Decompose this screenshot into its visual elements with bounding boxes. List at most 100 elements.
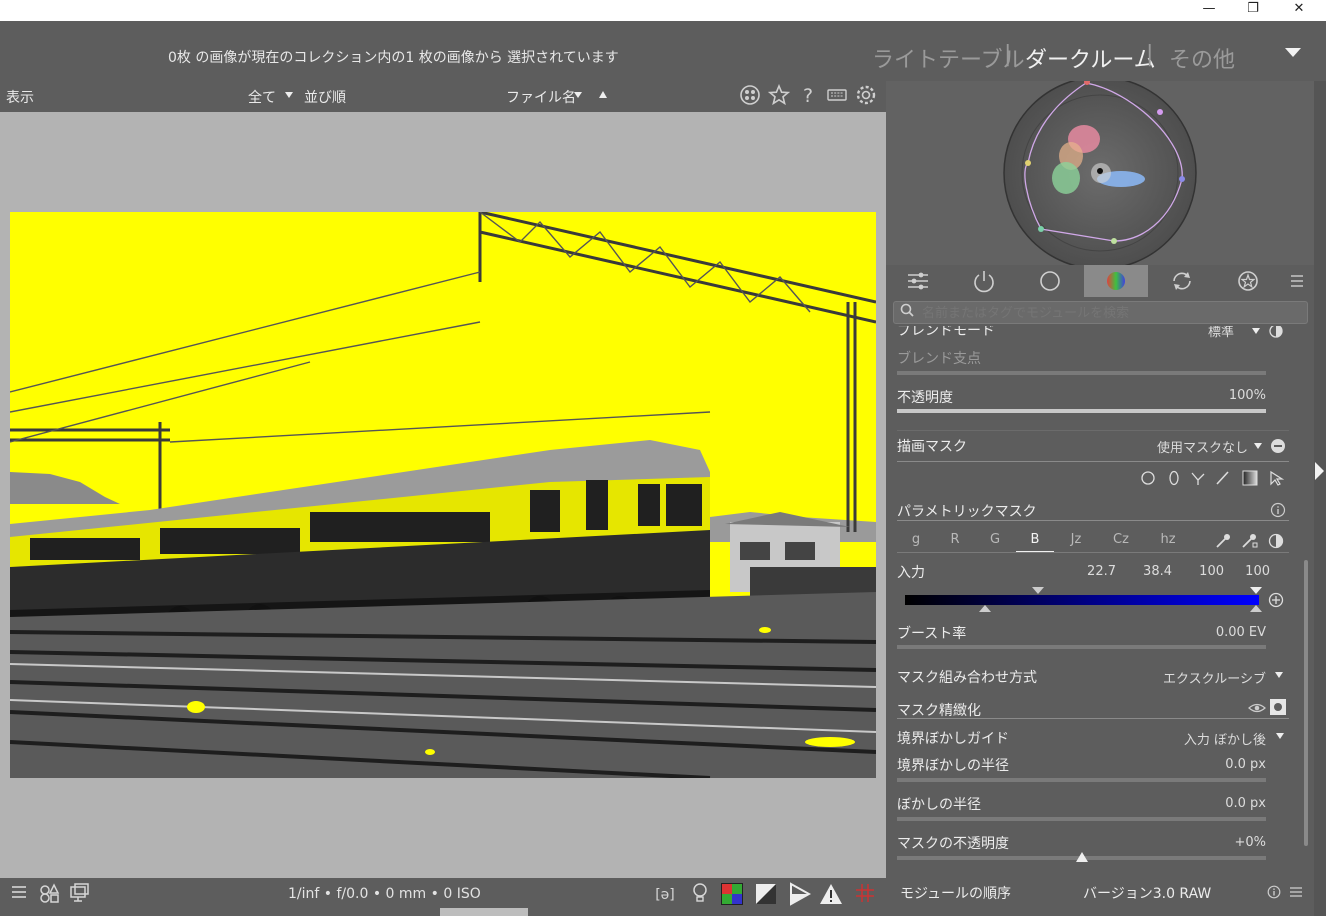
sort-select[interactable]: ファイル名 bbox=[506, 87, 576, 107]
remove-mask-icon[interactable] bbox=[1270, 438, 1286, 458]
channel-tab-Jz[interactable]: Jz bbox=[1059, 532, 1093, 547]
search-input[interactable] bbox=[920, 303, 1304, 323]
second-window-icon[interactable] bbox=[66, 882, 92, 908]
close-button[interactable]: ✕ bbox=[1276, 0, 1322, 21]
blur-radius-slider[interactable] bbox=[897, 817, 1266, 821]
filter-select[interactable]: 全て bbox=[248, 87, 276, 107]
invert-polarity-icon[interactable] bbox=[1268, 533, 1284, 553]
input-marker-lower-right[interactable] bbox=[1250, 605, 1262, 612]
window-title-bar: — ❐ ✕ bbox=[0, 0, 1326, 21]
mask-opacity-handle[interactable] bbox=[1076, 852, 1088, 862]
raw-overexposed-icon[interactable] bbox=[719, 882, 745, 908]
sort-label: 並び順 bbox=[304, 90, 346, 106]
drawn-mask-select[interactable]: 使用マスクなし bbox=[1126, 437, 1248, 456]
blend-mode-select[interactable]: 標準 bbox=[1208, 326, 1234, 340]
keyboard-icon[interactable] bbox=[825, 84, 849, 108]
styles-icon[interactable] bbox=[36, 882, 62, 908]
restore-button[interactable]: ❐ bbox=[1230, 0, 1276, 21]
module-order-menu-icon[interactable] bbox=[1289, 884, 1303, 903]
channel-tab-G[interactable]: G bbox=[978, 532, 1012, 547]
train-photo bbox=[10, 212, 876, 778]
right-border-strip bbox=[1314, 81, 1326, 916]
channel-tab-hz[interactable]: hz bbox=[1151, 532, 1185, 547]
star-icon[interactable] bbox=[767, 83, 791, 108]
drawn-mask-label: 描画マスク bbox=[897, 439, 967, 455]
add-range-icon[interactable] bbox=[1268, 592, 1284, 612]
color-assessment-icon[interactable] bbox=[687, 882, 713, 908]
chevron-down-icon[interactable] bbox=[1275, 672, 1283, 678]
vectorscope[interactable] bbox=[886, 76, 1314, 270]
chevron-down-icon[interactable] bbox=[1276, 733, 1284, 739]
view-other[interactable]: その他 bbox=[1169, 42, 1235, 74]
chevron-down-icon[interactable] bbox=[285, 92, 293, 98]
channel-tab-Cz[interactable]: Cz bbox=[1104, 532, 1138, 547]
chevron-down-icon[interactable] bbox=[1254, 443, 1262, 449]
clipping-icon[interactable] bbox=[753, 882, 779, 908]
show-mask-icon[interactable] bbox=[1270, 699, 1286, 715]
color-picker-icon[interactable] bbox=[1214, 532, 1232, 554]
presets-menu-icon[interactable] bbox=[1282, 265, 1312, 297]
ellipse-shape-icon[interactable] bbox=[1166, 470, 1182, 490]
photo-preview[interactable] bbox=[10, 212, 876, 778]
input-marker-upper-right[interactable] bbox=[1250, 587, 1262, 594]
views-dropdown-icon[interactable] bbox=[1285, 48, 1301, 57]
active-modules-icon[interactable] bbox=[952, 265, 1016, 297]
divider bbox=[897, 461, 1289, 462]
brush-shape-icon[interactable] bbox=[1214, 470, 1230, 490]
sort-direction-icon[interactable] bbox=[599, 91, 607, 98]
channel-tab-g[interactable]: g bbox=[899, 532, 933, 547]
gradient-shape-icon[interactable] bbox=[1242, 470, 1258, 490]
view-separator: | bbox=[1146, 42, 1154, 67]
grouping-icon[interactable] bbox=[738, 84, 762, 108]
module-order-value[interactable]: バージョン3.0 RAW bbox=[1083, 883, 1211, 903]
eye-icon[interactable] bbox=[1248, 700, 1266, 719]
input-label: 入力 bbox=[897, 565, 925, 581]
filmstrip-menu-icon[interactable] bbox=[6, 882, 32, 908]
correct-modules-icon[interactable] bbox=[1150, 265, 1214, 297]
minimize-button[interactable]: — bbox=[1186, 0, 1232, 21]
view-darkroom[interactable]: ダークルーム bbox=[1025, 42, 1156, 74]
boost-slider[interactable] bbox=[897, 645, 1266, 649]
input-value-4: 100 bbox=[1245, 564, 1270, 579]
effect-modules-icon[interactable] bbox=[1216, 265, 1280, 297]
input-marker-lower-left[interactable] bbox=[979, 605, 991, 612]
chevron-down-icon[interactable] bbox=[574, 92, 582, 98]
chevron-down-icon[interactable] bbox=[1252, 328, 1260, 334]
gamut-check-icon[interactable] bbox=[818, 882, 844, 908]
info-icon[interactable] bbox=[1270, 502, 1286, 522]
channel-tab-B[interactable]: B bbox=[1018, 532, 1052, 547]
feather-guide-select[interactable]: 入力 ぼかし後 bbox=[1156, 729, 1266, 748]
opacity-slider[interactable] bbox=[897, 409, 1266, 413]
input-gradient-slider[interactable] bbox=[905, 595, 1259, 605]
view-lighttable[interactable]: ライトテーブル bbox=[872, 42, 1025, 74]
boost-value: 0.00 EV bbox=[1215, 625, 1266, 640]
combine-select[interactable]: エクスクルーシブ bbox=[1136, 668, 1266, 687]
channel-tab-R[interactable]: R bbox=[938, 532, 972, 547]
info-icon[interactable] bbox=[1267, 884, 1281, 903]
softproof-icon[interactable] bbox=[786, 882, 812, 908]
expand-right-panel-icon[interactable] bbox=[1315, 462, 1324, 480]
module-order-label: モジュールの順序 bbox=[900, 886, 1012, 902]
circle-shape-icon[interactable] bbox=[1140, 470, 1156, 490]
feather-radius-slider[interactable] bbox=[897, 778, 1266, 782]
gear-icon[interactable] bbox=[854, 84, 878, 108]
color-modules-icon[interactable] bbox=[1084, 265, 1148, 297]
feather-radius-value: 0.0 px bbox=[1225, 757, 1266, 772]
collapse-bottom-panel-icon[interactable] bbox=[440, 908, 528, 916]
focus-peaking-icon[interactable]: [ə] bbox=[652, 882, 678, 908]
input-marker-upper-left[interactable] bbox=[1032, 587, 1044, 594]
path-shape-icon[interactable] bbox=[1190, 470, 1206, 490]
blend-toggle-icon[interactable] bbox=[1269, 326, 1283, 338]
divider bbox=[897, 520, 1289, 521]
display-label: 表示 bbox=[6, 90, 34, 106]
blend-fulcrum-slider[interactable] bbox=[897, 371, 1266, 375]
right-panel-scrollbar[interactable] bbox=[1304, 560, 1308, 846]
edit-shapes-icon[interactable] bbox=[1268, 470, 1285, 490]
area-color-picker-icon[interactable] bbox=[1240, 532, 1258, 554]
input-value-3: 100 bbox=[1199, 564, 1224, 579]
quick-access-icon[interactable] bbox=[886, 265, 950, 297]
guides-icon[interactable] bbox=[852, 882, 878, 908]
help-icon[interactable]: ? bbox=[796, 84, 820, 108]
base-modules-icon[interactable] bbox=[1018, 265, 1082, 297]
feather-radius-label: 境界ぼかしの半径 bbox=[897, 758, 1009, 774]
